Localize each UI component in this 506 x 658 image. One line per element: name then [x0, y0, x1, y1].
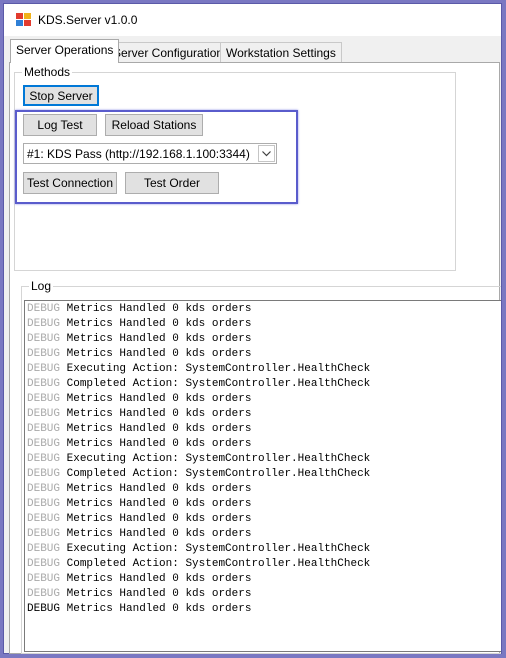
log-entry: DEBUG Metrics Handled 0 kds orders [27, 437, 370, 452]
log-entry: DEBUG Metrics Handled 0 kds orders [27, 587, 370, 602]
log-level: DEBUG [27, 588, 61, 600]
log-entry: DEBUG Metrics Handled 0 kds orders [27, 407, 370, 422]
log-entry: DEBUG Metrics Handled 0 kds orders [27, 497, 370, 512]
test-order-button[interactable]: Test Order [125, 172, 219, 194]
test-connection-button[interactable]: Test Connection [23, 172, 117, 194]
log-entry: DEBUG Metrics Handled 0 kds orders [27, 347, 370, 362]
log-message: Metrics Handled 0 kds orders [66, 588, 252, 600]
log-level: DEBUG [27, 333, 61, 345]
log-entry: DEBUG Metrics Handled 0 kds orders [27, 572, 370, 587]
log-entry: DEBUG Executing Action: SystemController… [27, 362, 370, 377]
log-message: Executing Action: SystemController.Healt… [66, 453, 371, 465]
app-icon [16, 13, 32, 27]
log-message: Metrics Handled 0 kds orders [66, 513, 252, 525]
log-message: Metrics Handled 0 kds orders [66, 393, 252, 405]
station-select-value: #1: KDS Pass (http://192.168.1.100:3344) [27, 147, 250, 161]
log-entry: DEBUG Metrics Handled 0 kds orders [27, 512, 370, 527]
log-message: Metrics Handled 0 kds orders [66, 528, 252, 540]
client-area: Server Operations Server Configurations … [4, 36, 501, 654]
log-entry: DEBUG Completed Action: SystemController… [27, 467, 370, 482]
log-entry: DEBUG Metrics Handled 0 kds orders [27, 602, 370, 617]
log-message: Metrics Handled 0 kds orders [66, 483, 252, 495]
station-select[interactable]: #1: KDS Pass (http://192.168.1.100:3344) [23, 143, 277, 164]
log-level: DEBUG [27, 543, 61, 555]
window-title: KDS.Server v1.0.0 [38, 13, 138, 27]
log-test-button[interactable]: Log Test [23, 114, 97, 136]
log-level: DEBUG [27, 393, 61, 405]
log-message: Executing Action: SystemController.Healt… [66, 543, 371, 555]
log-level: DEBUG [27, 528, 61, 540]
app-window: KDS.Server v1.0.0 Server Operations Serv… [3, 3, 502, 654]
log-entry: DEBUG Metrics Handled 0 kds orders [27, 392, 370, 407]
log-level: DEBUG [27, 483, 61, 495]
server-operations-page: Methods Stop Server Log Test Reload Stat… [9, 62, 501, 654]
log-message: Completed Action: SystemController.Healt… [66, 468, 371, 480]
log-entry: DEBUG Metrics Handled 0 kds orders [27, 317, 370, 332]
methods-group-label: Methods [22, 65, 73, 79]
log-message: Completed Action: SystemController.Healt… [66, 378, 371, 390]
log-level: DEBUG [27, 468, 61, 480]
tab-server-configurations[interactable]: Server Configurations [107, 42, 236, 62]
log-entry: DEBUG Completed Action: SystemController… [27, 557, 370, 572]
log-level: DEBUG [27, 603, 61, 615]
log-entry: DEBUG Completed Action: SystemController… [27, 377, 370, 392]
title-bar[interactable]: KDS.Server v1.0.0 [4, 4, 501, 36]
reload-stations-button[interactable]: Reload Stations [105, 114, 203, 136]
log-entry: DEBUG Metrics Handled 0 kds orders [27, 332, 370, 347]
log-level: DEBUG [27, 438, 61, 450]
tab-workstation-settings[interactable]: Workstation Settings [220, 42, 342, 62]
log-level: DEBUG [27, 513, 61, 525]
log-entry: DEBUG Metrics Handled 0 kds orders [27, 482, 370, 497]
log-output[interactable]: DEBUG Metrics Handled 0 kds orders DEBUG … [24, 300, 501, 652]
log-message: Metrics Handled 0 kds orders [66, 303, 252, 315]
log-lines: DEBUG Metrics Handled 0 kds orders DEBUG … [27, 302, 370, 617]
log-entry: DEBUG Executing Action: SystemController… [27, 542, 370, 557]
log-level: DEBUG [27, 558, 61, 570]
log-level: DEBUG [27, 423, 61, 435]
log-level: DEBUG [27, 453, 61, 465]
log-entry: DEBUG Metrics Handled 0 kds orders [27, 527, 370, 542]
log-message: Metrics Handled 0 kds orders [66, 573, 252, 585]
log-entry: DEBUG Metrics Handled 0 kds orders [27, 302, 370, 317]
log-entry: DEBUG Executing Action: SystemController… [27, 452, 370, 467]
log-message: Metrics Handled 0 kds orders [66, 408, 252, 420]
log-message: Metrics Handled 0 kds orders [66, 438, 252, 450]
log-level: DEBUG [27, 348, 61, 360]
log-message: Metrics Handled 0 kds orders [66, 333, 252, 345]
log-level: DEBUG [27, 498, 61, 510]
log-message: Metrics Handled 0 kds orders [66, 498, 252, 510]
log-message: Executing Action: SystemController.Healt… [66, 363, 371, 375]
log-level: DEBUG [27, 318, 61, 330]
log-level: DEBUG [27, 303, 61, 315]
log-level: DEBUG [27, 408, 61, 420]
log-group-label: Log [29, 279, 54, 293]
tab-server-operations[interactable]: Server Operations [10, 39, 120, 63]
chevron-down-icon[interactable] [258, 145, 275, 162]
log-message: Metrics Handled 0 kds orders [66, 348, 252, 360]
log-message: Metrics Handled 0 kds orders [66, 603, 252, 615]
log-message: Completed Action: SystemController.Healt… [66, 558, 371, 570]
log-entry: DEBUG Metrics Handled 0 kds orders [27, 422, 370, 437]
log-message: Metrics Handled 0 kds orders [66, 318, 252, 330]
log-message: Metrics Handled 0 kds orders [66, 423, 252, 435]
log-level: DEBUG [27, 378, 61, 390]
log-level: DEBUG [27, 363, 61, 375]
log-level: DEBUG [27, 573, 61, 585]
stop-server-button[interactable]: Stop Server [23, 85, 99, 106]
